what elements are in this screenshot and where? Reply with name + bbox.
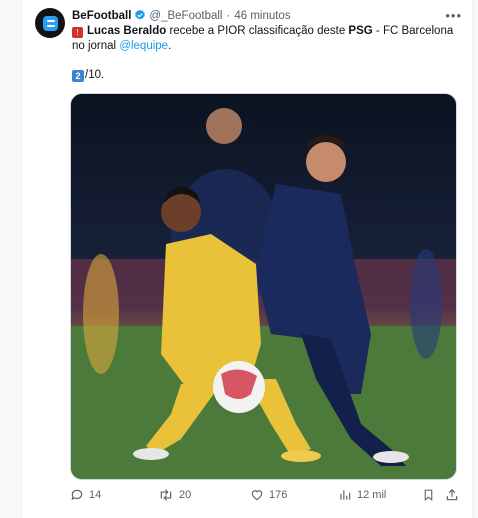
author-avatar[interactable] <box>35 8 65 38</box>
bookmark-button[interactable] <box>422 488 435 502</box>
retweet-icon <box>160 489 172 501</box>
views-count: 12 mil <box>357 489 387 501</box>
bookmark-icon <box>424 489 433 502</box>
rating-line: 2 /10. <box>72 68 104 83</box>
like-icon <box>251 490 263 501</box>
tweet-segment-end: . <box>168 40 172 52</box>
share-button[interactable] <box>445 488 459 502</box>
reply-icon <box>71 489 83 501</box>
rating-suffix: /10. <box>85 69 105 81</box>
tweet-segment-psg: PSG <box>348 25 373 37</box>
views-button[interactable]: 12 mil <box>338 488 386 502</box>
befootball-logo <box>42 15 58 31</box>
tweet-header: BeFootball @_BeFootball · 46 minutos ••• <box>72 8 462 24</box>
author-name[interactable]: BeFootball <box>72 10 131 22</box>
like-button[interactable]: 176 <box>250 488 287 502</box>
reply-count: 14 <box>89 489 102 501</box>
tweet-segment-beraldo: Lucas Beraldo <box>87 25 167 37</box>
mention-lequipe[interactable]: @lequipe <box>119 40 168 52</box>
like-count: 176 <box>269 489 288 501</box>
reply-button[interactable]: 14 <box>70 488 101 502</box>
views-icon <box>340 490 351 500</box>
share-icon <box>446 488 458 501</box>
retweet-count: 20 <box>179 489 192 501</box>
tweet-text: ! Lucas Beraldo recebe a PIOR classificaç… <box>72 24 457 54</box>
author-handle[interactable]: @_BeFootball <box>149 10 222 22</box>
tweet-actions: 14 20 176 12 mil <box>70 488 462 508</box>
retweet-button[interactable]: 20 <box>158 488 191 502</box>
match-photo-illustration <box>71 94 456 479</box>
more-icon[interactable]: ••• <box>445 8 462 23</box>
tweet-time[interactable]: 46 minutos <box>234 10 290 22</box>
siren-icon: ! <box>72 27 83 38</box>
tweet-segment-receives: recebe a PIOR classificação deste <box>166 25 349 37</box>
separator-dot: · <box>226 10 231 22</box>
verified-badge-icon <box>134 9 146 24</box>
tweet-photo[interactable] <box>70 93 457 480</box>
tweet-card[interactable]: BeFootball @_BeFootball · 46 minutos •••… <box>21 0 473 518</box>
keycap-number-icon: 2 <box>72 69 84 82</box>
